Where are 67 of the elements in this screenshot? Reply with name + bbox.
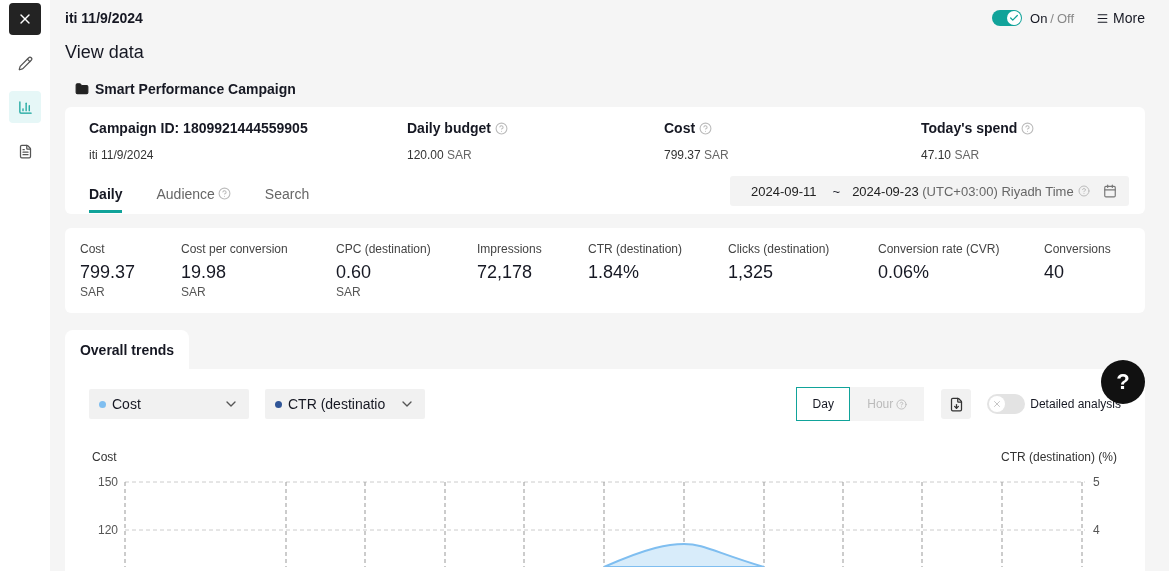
metric-select[interactable]: CTR (destinatio <box>265 389 425 419</box>
help-icon <box>699 121 713 135</box>
help-icon <box>217 187 231 200</box>
summary-label: Today's spend <box>921 120 1018 136</box>
overall-trends-tab[interactable]: Overall trends <box>65 330 189 369</box>
metric-unit: SAR <box>336 285 362 299</box>
check-icon <box>1009 13 1019 23</box>
metric-value: 1.84% <box>588 262 641 283</box>
tab[interactable]: Search <box>264 177 310 213</box>
metric-value: 72,178 <box>477 262 534 283</box>
folder-icon <box>75 82 89 96</box>
axis-title: CTR (destination) (%) <box>1000 450 1117 464</box>
summary-label: Daily budget <box>407 120 491 136</box>
metric-value: 799.37 <box>80 262 137 283</box>
metric-label: Cost <box>80 242 106 256</box>
off-label: Off <box>1057 10 1075 26</box>
help-icon <box>1021 121 1035 135</box>
summary-value: 120.00 SAR <box>407 148 473 162</box>
metric-label: Clicks (destination) <box>728 242 831 256</box>
summary-value: 799.37 SAR <box>664 148 730 162</box>
export-button[interactable] <box>941 389 972 419</box>
summary-value: iti 11/9/2024 <box>89 148 155 162</box>
tab[interactable]: Audience <box>156 177 231 213</box>
metric-value: 1,325 <box>728 262 775 283</box>
menu-icon <box>1096 11 1110 25</box>
metric-label: Conversion rate (CVR) <box>878 242 1001 256</box>
summary-value: 47.10 SAR <box>921 148 981 162</box>
axis-title: Cost <box>92 450 117 464</box>
metric-label: CPC (destination) <box>336 242 432 256</box>
bar-chart-icon <box>17 99 33 115</box>
metric-label: Cost per conversion <box>181 242 289 256</box>
summary-label: Campaign ID: 1809921444559905 <box>89 120 308 136</box>
close-button[interactable] <box>9 3 41 35</box>
help-icon <box>495 121 508 135</box>
metric-label: Impressions <box>477 242 543 256</box>
metric-value: 19.98 <box>181 262 228 283</box>
metric-value: 0.06% <box>878 262 931 283</box>
metric-select[interactable]: Cost <box>89 389 249 419</box>
document-icon <box>17 143 33 159</box>
metric-label: Conversions <box>1044 242 1112 256</box>
tab[interactable]: Daily <box>89 177 123 213</box>
metric-unit: SAR <box>80 285 106 299</box>
file-download-icon <box>948 396 964 412</box>
x-icon <box>992 399 1003 409</box>
page-title: View data <box>65 42 145 63</box>
separator-label: / <box>1050 10 1054 26</box>
more-button[interactable]: More <box>1096 10 1145 26</box>
campaign-title: iti 11/9/2024 <box>65 10 143 26</box>
on-label: On <box>1030 10 1048 26</box>
help-icon <box>1077 185 1090 197</box>
granularity-button[interactable]: Day <box>796 387 851 421</box>
metric-value: 40 <box>1044 262 1066 283</box>
metric-unit: SAR <box>181 285 207 299</box>
campaign-name: Smart Performance Campaign <box>95 81 296 97</box>
pencil-icon <box>17 55 33 71</box>
detailed-analysis-switch[interactable] <box>987 394 1026 414</box>
help-icon <box>896 398 908 410</box>
tick-label: 4 <box>1093 523 1100 537</box>
tick-label: 150 <box>97 475 118 489</box>
metric-value: 0.60 <box>336 262 373 283</box>
metric-label: CTR (destination) <box>588 242 684 256</box>
calendar-icon <box>1103 184 1117 198</box>
tick-label: 120 <box>97 523 118 537</box>
summary-label: Cost <box>664 120 696 136</box>
date-range-picker[interactable]: 2024-09-11 ~ 2024-09-23 (UTC+03:00) Riyadh Time <box>730 176 1129 206</box>
on-off-switch[interactable] <box>992 10 1022 26</box>
tick-label: 5 <box>1093 475 1100 489</box>
